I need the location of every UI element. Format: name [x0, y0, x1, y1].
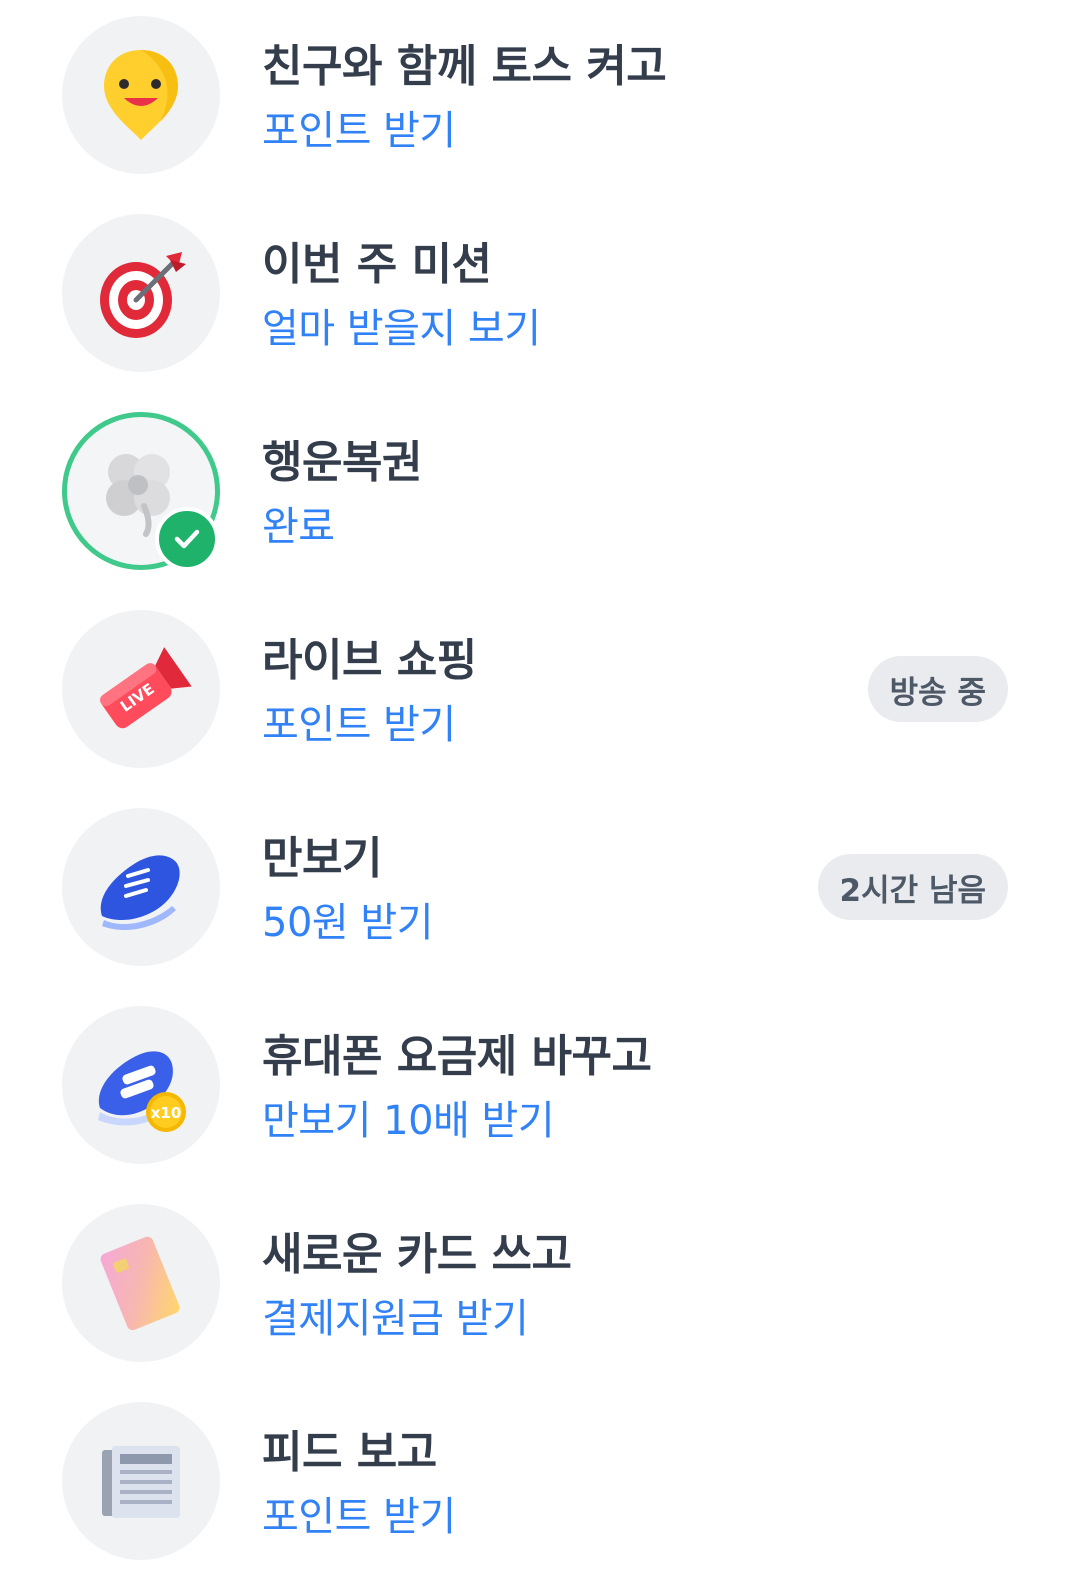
- mission-subtitle: 완료: [262, 504, 335, 550]
- complete-check-icon: [155, 507, 219, 571]
- mission-subtitle: 포인트 받기: [262, 702, 456, 748]
- mission-title: 만보기: [262, 833, 382, 884]
- mission-item-new-card[interactable]: 새로운 카드 쓰고 결제지원금 받기: [0, 1188, 1080, 1386]
- mission-item-weekly[interactable]: 이번 주 미션 얼마 받을지 보기: [0, 198, 1080, 396]
- mission-icon-container: [62, 214, 220, 372]
- status-badge: 방송 중: [867, 656, 1008, 722]
- mission-icon-container: [62, 16, 220, 174]
- mission-subtitle: 50원 받기: [262, 900, 434, 946]
- mission-subtitle: 포인트 받기: [262, 1494, 456, 1540]
- svg-text:x10: x10: [151, 1104, 182, 1122]
- sneaker-x10-icon: x10: [98, 1051, 186, 1132]
- mission-subtitle: 얼마 받을지 보기: [262, 306, 541, 352]
- mission-title: 피드 보고: [262, 1427, 437, 1478]
- mission-item-phone-plan[interactable]: x10 휴대폰 요금제 바꾸고 만보기 10배 받기: [0, 990, 1080, 1188]
- mission-item-feed[interactable]: 피드 보고 포인트 받기: [0, 1386, 1080, 1580]
- mission-icon-container: LIVE: [62, 610, 220, 768]
- mission-subtitle: 결제지원금 받기: [262, 1296, 529, 1342]
- mission-title: 새로운 카드 쓰고: [262, 1229, 572, 1280]
- mission-title: 행운복권: [262, 437, 422, 488]
- mission-icon-container: [62, 1402, 220, 1560]
- live-megaphone-icon: LIVE: [100, 647, 192, 729]
- mission-icon-container: [62, 412, 220, 571]
- smiley-pin-icon: [104, 50, 178, 140]
- mission-list: 친구와 함께 토스 켜고 포인트 받기 이번 주 미션 얼마 받을지 보기 행운…: [0, 0, 1080, 1580]
- sneaker-icon: [100, 855, 180, 931]
- mission-item-lottery[interactable]: 행운복권 완료: [0, 396, 1080, 594]
- status-badge: 2시간 남음: [817, 854, 1008, 920]
- mission-icon-container: x10: [62, 1006, 220, 1164]
- mission-icon-container: [62, 1204, 220, 1362]
- mission-title: 이번 주 미션: [262, 239, 492, 290]
- mission-title: 친구와 함께 토스 켜고: [262, 41, 667, 92]
- newspaper-icon: [102, 1446, 180, 1518]
- mission-icon-container: [62, 808, 220, 966]
- mission-item-pedometer[interactable]: 만보기 50원 받기 2시간 남음: [0, 792, 1080, 990]
- credit-card-icon: [100, 1236, 180, 1331]
- mission-item-friends[interactable]: 친구와 함께 토스 켜고 포인트 받기: [0, 0, 1080, 198]
- mission-subtitle: 만보기 10배 받기: [262, 1098, 555, 1144]
- target-dart-icon: [100, 252, 186, 338]
- mission-subtitle: 포인트 받기: [262, 108, 456, 154]
- mission-title: 라이브 쇼핑: [262, 635, 477, 686]
- mission-title: 휴대폰 요금제 바꾸고: [262, 1031, 652, 1082]
- mission-item-live-shopping[interactable]: LIVE 라이브 쇼핑 포인트 받기 방송 중: [0, 594, 1080, 792]
